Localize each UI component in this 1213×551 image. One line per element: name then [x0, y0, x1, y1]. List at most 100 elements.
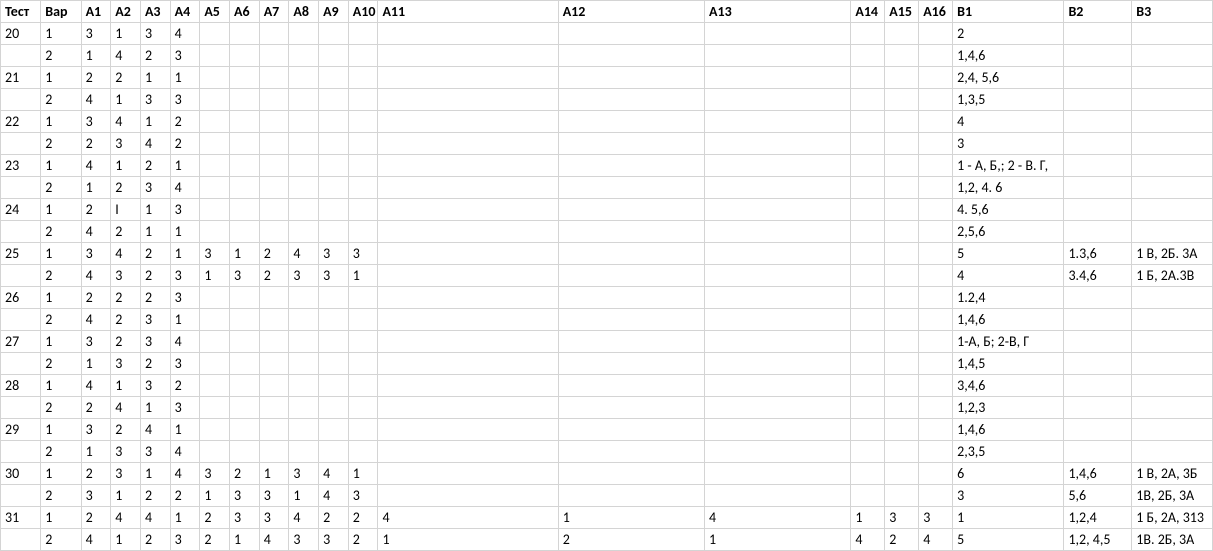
- cell[interactable]: 2: [319, 507, 349, 529]
- cell[interactable]: 4: [81, 221, 111, 243]
- cell[interactable]: 1: [200, 485, 230, 507]
- cell[interactable]: 1,2, 4. 6: [953, 177, 1064, 199]
- cell[interactable]: 1: [41, 419, 81, 441]
- cell[interactable]: [1064, 155, 1132, 177]
- cell[interactable]: 4: [705, 507, 851, 529]
- cell[interactable]: [1132, 45, 1213, 67]
- cell[interactable]: [1132, 375, 1213, 397]
- cell[interactable]: 2,4, 5,6: [953, 67, 1064, 89]
- cell[interactable]: 1: [41, 111, 81, 133]
- cell[interactable]: [558, 155, 704, 177]
- cell[interactable]: 2: [41, 529, 81, 551]
- cell[interactable]: 2: [81, 463, 111, 485]
- cell[interactable]: [319, 287, 349, 309]
- cell[interactable]: [1064, 133, 1132, 155]
- cell[interactable]: [378, 243, 558, 265]
- cell[interactable]: [851, 485, 885, 507]
- cell[interactable]: 2: [41, 441, 81, 463]
- cell[interactable]: 3: [289, 265, 319, 287]
- cell[interactable]: [348, 133, 378, 155]
- cell[interactable]: 3: [170, 529, 200, 551]
- cell[interactable]: [200, 397, 230, 419]
- cell[interactable]: [289, 375, 319, 397]
- cell[interactable]: [1132, 221, 1213, 243]
- cell[interactable]: [851, 111, 885, 133]
- cell[interactable]: [319, 89, 349, 111]
- cell[interactable]: 3: [170, 397, 200, 419]
- cell[interactable]: 3: [170, 89, 200, 111]
- cell[interactable]: [919, 441, 953, 463]
- cell[interactable]: 1: [851, 507, 885, 529]
- cell[interactable]: [348, 45, 378, 67]
- cell[interactable]: 25: [1, 243, 41, 265]
- cell[interactable]: [319, 111, 349, 133]
- cell[interactable]: 2: [41, 353, 81, 375]
- cell[interactable]: 1: [170, 309, 200, 331]
- cell[interactable]: 1,2, 4,5: [1064, 529, 1132, 551]
- cell[interactable]: [558, 199, 704, 221]
- cell[interactable]: 4: [111, 397, 141, 419]
- cell[interactable]: [348, 177, 378, 199]
- cell[interactable]: [230, 287, 260, 309]
- cell[interactable]: [259, 67, 289, 89]
- cell[interactable]: [558, 243, 704, 265]
- cell[interactable]: [319, 419, 349, 441]
- cell[interactable]: [885, 155, 919, 177]
- cell[interactable]: [705, 133, 851, 155]
- cell[interactable]: 2: [200, 529, 230, 551]
- cell[interactable]: [319, 133, 349, 155]
- cell[interactable]: [259, 375, 289, 397]
- cell[interactable]: 3: [170, 287, 200, 309]
- cell[interactable]: 3: [81, 419, 111, 441]
- cell[interactable]: 3: [140, 23, 170, 45]
- cell[interactable]: 3: [170, 45, 200, 67]
- cell[interactable]: 1-А, Б; 2-В, Г: [953, 331, 1064, 353]
- cell[interactable]: [259, 397, 289, 419]
- cell[interactable]: 3: [230, 507, 260, 529]
- cell[interactable]: 4. 5,6: [953, 199, 1064, 221]
- cell[interactable]: [919, 111, 953, 133]
- cell[interactable]: 30: [1, 463, 41, 485]
- cell[interactable]: [851, 23, 885, 45]
- cell[interactable]: [885, 177, 919, 199]
- cell[interactable]: [1, 397, 41, 419]
- cell[interactable]: [705, 221, 851, 243]
- cell[interactable]: [200, 23, 230, 45]
- cell[interactable]: 3: [170, 353, 200, 375]
- cell[interactable]: [558, 441, 704, 463]
- cell[interactable]: [705, 375, 851, 397]
- cell[interactable]: [1064, 441, 1132, 463]
- cell[interactable]: [885, 133, 919, 155]
- cell[interactable]: [289, 419, 319, 441]
- cell[interactable]: [705, 463, 851, 485]
- cell[interactable]: [1132, 177, 1213, 199]
- cell[interactable]: 4: [140, 507, 170, 529]
- cell[interactable]: [885, 199, 919, 221]
- cell[interactable]: 3: [140, 331, 170, 353]
- cell[interactable]: 1: [200, 265, 230, 287]
- cell[interactable]: [1064, 419, 1132, 441]
- cell[interactable]: [1, 265, 41, 287]
- cell[interactable]: 20: [1, 23, 41, 45]
- cell[interactable]: 4: [111, 111, 141, 133]
- cell[interactable]: [289, 23, 319, 45]
- cell[interactable]: [558, 89, 704, 111]
- cell[interactable]: [851, 67, 885, 89]
- cell[interactable]: 2,3,5: [953, 441, 1064, 463]
- cell[interactable]: [289, 89, 319, 111]
- cell[interactable]: 1: [140, 199, 170, 221]
- cell[interactable]: [705, 397, 851, 419]
- cell[interactable]: 1: [41, 287, 81, 309]
- cell[interactable]: [1132, 155, 1213, 177]
- cell[interactable]: [558, 221, 704, 243]
- cell[interactable]: 1: [111, 23, 141, 45]
- cell[interactable]: [1, 133, 41, 155]
- cell[interactable]: [259, 89, 289, 111]
- cell[interactable]: [885, 89, 919, 111]
- cell[interactable]: [851, 397, 885, 419]
- cell[interactable]: [705, 23, 851, 45]
- cell[interactable]: 4: [953, 265, 1064, 287]
- cell[interactable]: [851, 177, 885, 199]
- cell[interactable]: 1 В, 2А, 3Б: [1132, 463, 1213, 485]
- cell[interactable]: [378, 89, 558, 111]
